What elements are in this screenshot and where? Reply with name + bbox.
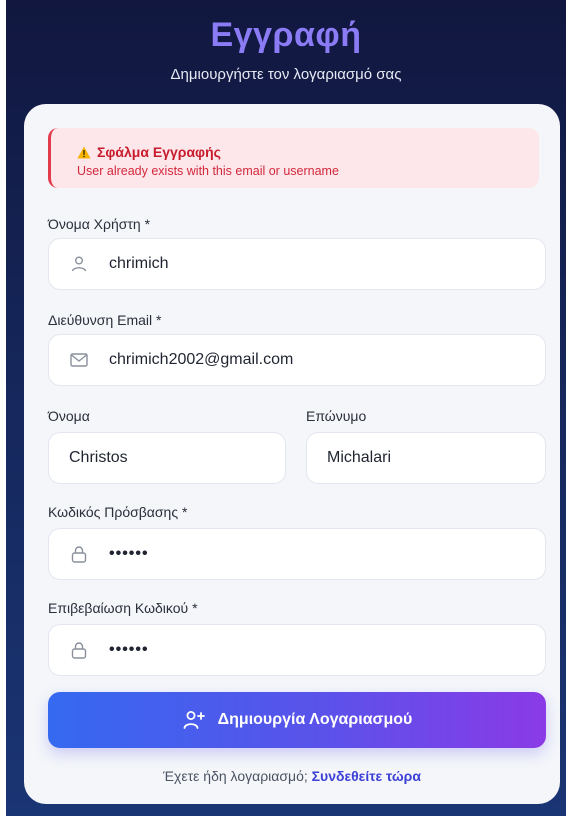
password-value: ••••••: [109, 545, 149, 562]
lock-icon: [71, 642, 87, 659]
password-field[interactable]: ••••••: [48, 528, 546, 580]
page-title: Εγγραφή: [210, 16, 362, 54]
last-name-value: Michalari: [327, 449, 392, 466]
page-subtitle: Δημιουργήστε τον λογαριασμό σας: [170, 66, 402, 83]
login-link[interactable]: Συνδεθείτε τώρα: [312, 768, 421, 784]
username-field[interactable]: chrimich: [48, 238, 546, 290]
confirm-password-value: ••••••: [109, 641, 149, 658]
email-field[interactable]: chrimich2002@gmail.com: [48, 334, 546, 386]
first-name-field[interactable]: Christos: [48, 432, 286, 484]
confirm-password-label: Επιβεβαίωση Κωδικού *: [48, 600, 198, 616]
alert-message: User already exists with this email or u…: [77, 164, 339, 178]
email-label: Διεύθυνση Email *: [48, 312, 162, 328]
lock-icon: [71, 546, 87, 563]
create-account-button[interactable]: Δημιουργία Λογαριασμού: [48, 692, 546, 748]
create-account-label: Δημιουργία Λογαριασμού: [217, 711, 413, 728]
warning-icon: [77, 146, 91, 158]
login-prompt-text: Έχετε ήδη λογαριασμό;: [163, 768, 312, 784]
mail-icon: [70, 353, 88, 367]
last-name-label: Επώνυμο: [306, 408, 367, 424]
email-value: chrimich2002@gmail.com: [109, 351, 294, 368]
last-name-field[interactable]: Michalari: [306, 432, 546, 484]
register-page: Εγγραφή Δημιουργήστε τον λογαριασμό σας …: [6, 0, 566, 816]
username-value: chrimich: [109, 255, 169, 272]
first-name-label: Όνομα: [48, 408, 90, 424]
user-icon: [71, 256, 87, 272]
register-card: Σφάλμα Εγγραφής User already exists with…: [24, 104, 560, 804]
alert-title: Σφάλμα Εγγραφής: [97, 144, 221, 160]
confirm-password-field[interactable]: ••••••: [48, 624, 546, 676]
login-prompt: Έχετε ήδη λογαριασμό; Συνδεθείτε τώρα: [24, 768, 560, 784]
alert-title-row: Σφάλμα Εγγραφής: [77, 144, 221, 160]
error-alert: Σφάλμα Εγγραφής User already exists with…: [48, 128, 539, 188]
password-label: Κωδικός Πρόσβασης *: [48, 504, 188, 520]
username-label: Όνομα Χρήστη *: [48, 216, 151, 232]
first-name-value: Christos: [69, 449, 128, 466]
user-plus-icon: [183, 711, 205, 729]
